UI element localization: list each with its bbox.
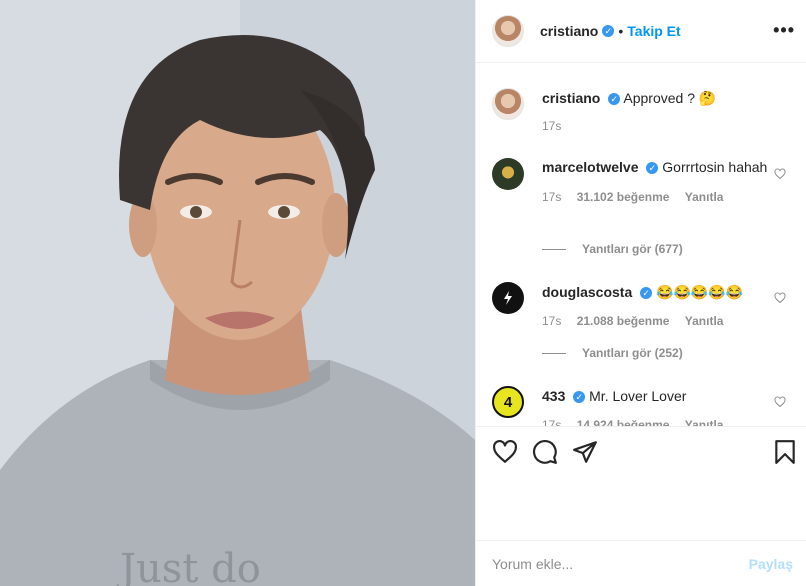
verified-badge-icon: ✓ [640,287,653,300]
comment-text: Mr. Lover Lover [589,388,687,404]
comment-bubble-icon[interactable] [532,439,558,465]
add-comment-bar: Paylaş [476,540,806,586]
replies-divider [542,248,566,250]
comment-likes[interactable]: 31.102 beğenme [577,190,670,204]
view-replies-label: Yanıtları gör (677) [582,242,683,256]
post-comment-button[interactable]: Paylaş [749,556,793,572]
comment-text: 😂😂😂😂😂 [656,284,744,300]
comment-meta: 17s 21.088 beğenme Yanıtla [542,312,782,330]
verified-badge-icon: ✓ [646,162,659,175]
reply-button[interactable]: Yanıtla [685,314,724,328]
comment-meta: 17s 14.924 beğenme Yanıtla [542,416,782,426]
comment-likes[interactable]: 14.924 beğenme [577,418,670,426]
comment-body: marcelotwelve ✓ Gorrrtosin hahah 17s 31.… [542,158,782,206]
view-replies-button[interactable]: Yanıtları gör (677) [542,242,683,256]
comment-input[interactable] [492,555,749,572]
caption-text: Approved ? 🤔 [623,90,717,106]
caption-body: cristiano ✓ Approved ? 🤔 17s [542,89,782,135]
comment-username[interactable]: douglascosta [542,284,632,300]
save-bookmark-icon[interactable] [772,439,798,465]
like-comment-heart-icon[interactable] [774,396,786,408]
post-photo[interactable]: Just do [0,0,475,586]
selfie-illustration: Just do [0,0,475,586]
like-comment-heart-icon[interactable] [774,292,786,304]
reply-button[interactable]: Yanıtla [685,418,724,426]
comment-username[interactable]: marcelotwelve [542,159,639,175]
caption-time[interactable]: 17s [542,119,561,133]
caption-username[interactable]: cristiano [542,90,600,106]
caption-avatar[interactable] [492,88,524,120]
separator-dot: • [618,23,624,39]
comment-avatar[interactable] [492,282,524,314]
post-sidebar: cristiano ✓ • Takip Et ••• cristiano ✓ A… [475,0,806,586]
comment-time[interactable]: 17s [542,314,561,328]
comment-avatar[interactable] [492,158,524,190]
433-logo-icon: 4 [503,393,513,411]
replies-divider [542,352,566,354]
more-options-icon[interactable]: ••• [773,20,795,41]
comment-body: douglascosta ✓ 😂😂😂😂😂 17s 21.088 beğenme … [542,283,782,330]
verified-badge-icon: ✓ [602,25,615,37]
comments-list[interactable]: cristiano ✓ Approved ? 🤔 17s marcelotwel… [476,64,806,426]
caption-meta: 17s [542,117,782,135]
like-comment-heart-icon[interactable] [774,168,786,180]
comment-likes[interactable]: 21.088 beğenme [577,314,670,328]
comment-avatar[interactable]: 4 [492,386,524,418]
share-paper-plane-icon[interactable] [572,439,598,465]
view-replies-label: Yanıtları gör (252) [582,346,683,360]
follow-button[interactable]: Takip Et [627,23,680,39]
svg-text:Just do: Just do [116,546,261,586]
like-heart-icon[interactable] [492,439,518,465]
comment-body: 433 ✓ Mr. Lover Lover 17s 14.924 beğenme… [542,387,782,426]
comment-time[interactable]: 17s [542,418,561,426]
post-actions-bar [476,426,806,476]
author-username[interactable]: cristiano [540,23,598,39]
author-avatar[interactable] [492,15,524,47]
comment-text: Gorrrtosin hahah [662,159,768,175]
verified-badge-icon: ✓ [608,93,621,106]
comment-username[interactable]: 433 [542,388,565,404]
comment-meta: 17s 31.102 beğenme Yanıtla [542,188,782,206]
post-header: cristiano ✓ • Takip Et ••• [476,0,806,63]
lightning-logo-icon [504,291,512,305]
view-replies-button[interactable]: Yanıtları gör (252) [542,346,683,360]
comment-time[interactable]: 17s [542,190,561,204]
verified-badge-icon: ✓ [573,391,586,404]
reply-button[interactable]: Yanıtla [685,190,724,204]
